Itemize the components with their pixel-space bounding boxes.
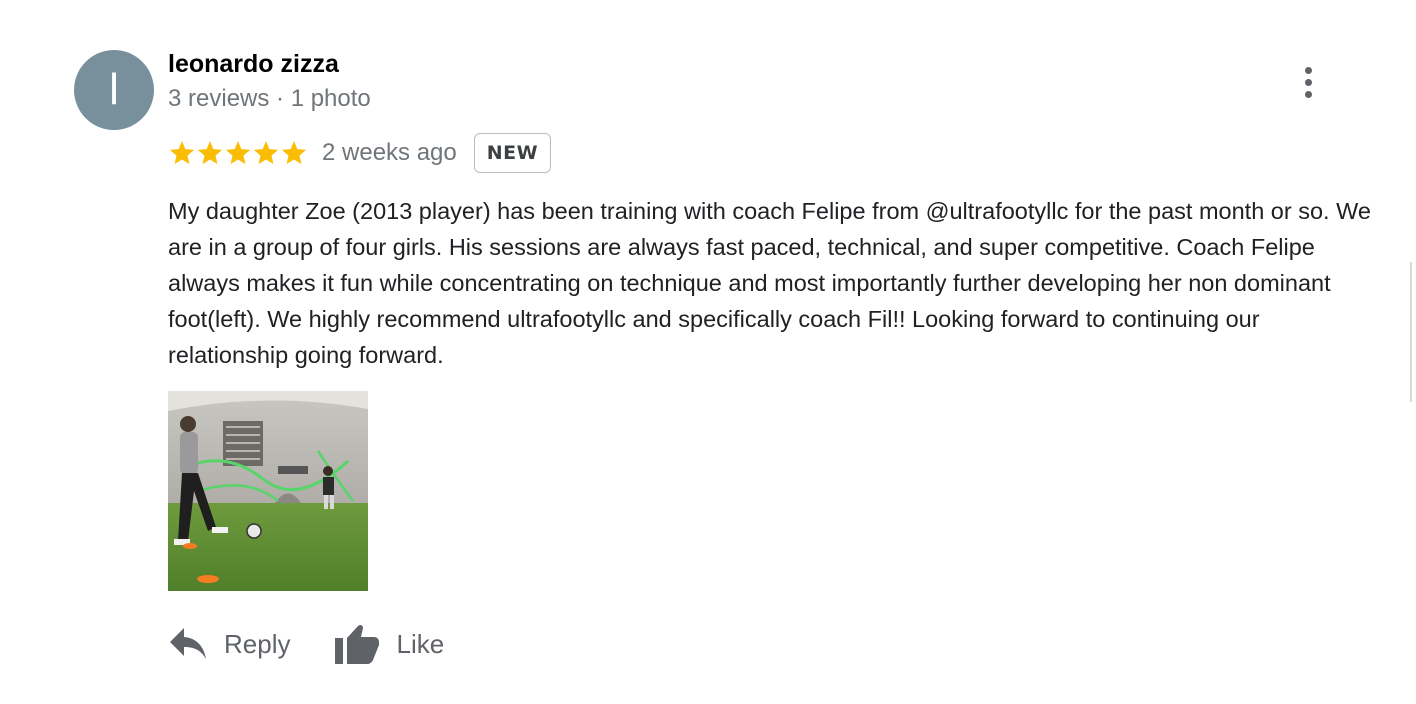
reply-button[interactable]: Reply <box>168 626 290 662</box>
more-options-button[interactable] <box>1292 62 1324 102</box>
scrollbar[interactable] <box>1410 262 1412 402</box>
reply-icon <box>168 626 208 662</box>
star-icon <box>197 141 223 165</box>
star-rating <box>168 139 308 167</box>
rating-row: 2 weeks ago NEW <box>168 131 552 175</box>
avatar[interactable]: l <box>74 50 154 130</box>
new-badge: NEW <box>473 133 552 173</box>
star-icon <box>253 141 279 165</box>
more-vert-icon <box>1292 67 1324 98</box>
review-text: My daughter Zoe (2013 player) has been t… <box>168 198 1371 368</box>
star-icon <box>169 141 195 165</box>
reviewer-meta: 3 reviews · 1 photo <box>168 85 371 112</box>
reviewer-name[interactable]: leonardo zizza <box>168 50 339 79</box>
star-icon <box>281 141 307 165</box>
photo-image <box>168 391 368 591</box>
thumb-up-icon <box>334 623 380 665</box>
review-card: l leonardo zizza 3 reviews · 1 photo 2 w… <box>0 0 1416 704</box>
review-actions: Reply Like <box>168 616 444 672</box>
reply-label: Reply <box>224 628 291 659</box>
review-timestamp: 2 weeks ago <box>322 139 457 166</box>
like-label: Like <box>396 628 445 659</box>
star-icon <box>225 141 251 165</box>
like-button[interactable]: Like <box>334 623 444 665</box>
review-photo[interactable] <box>168 391 368 591</box>
